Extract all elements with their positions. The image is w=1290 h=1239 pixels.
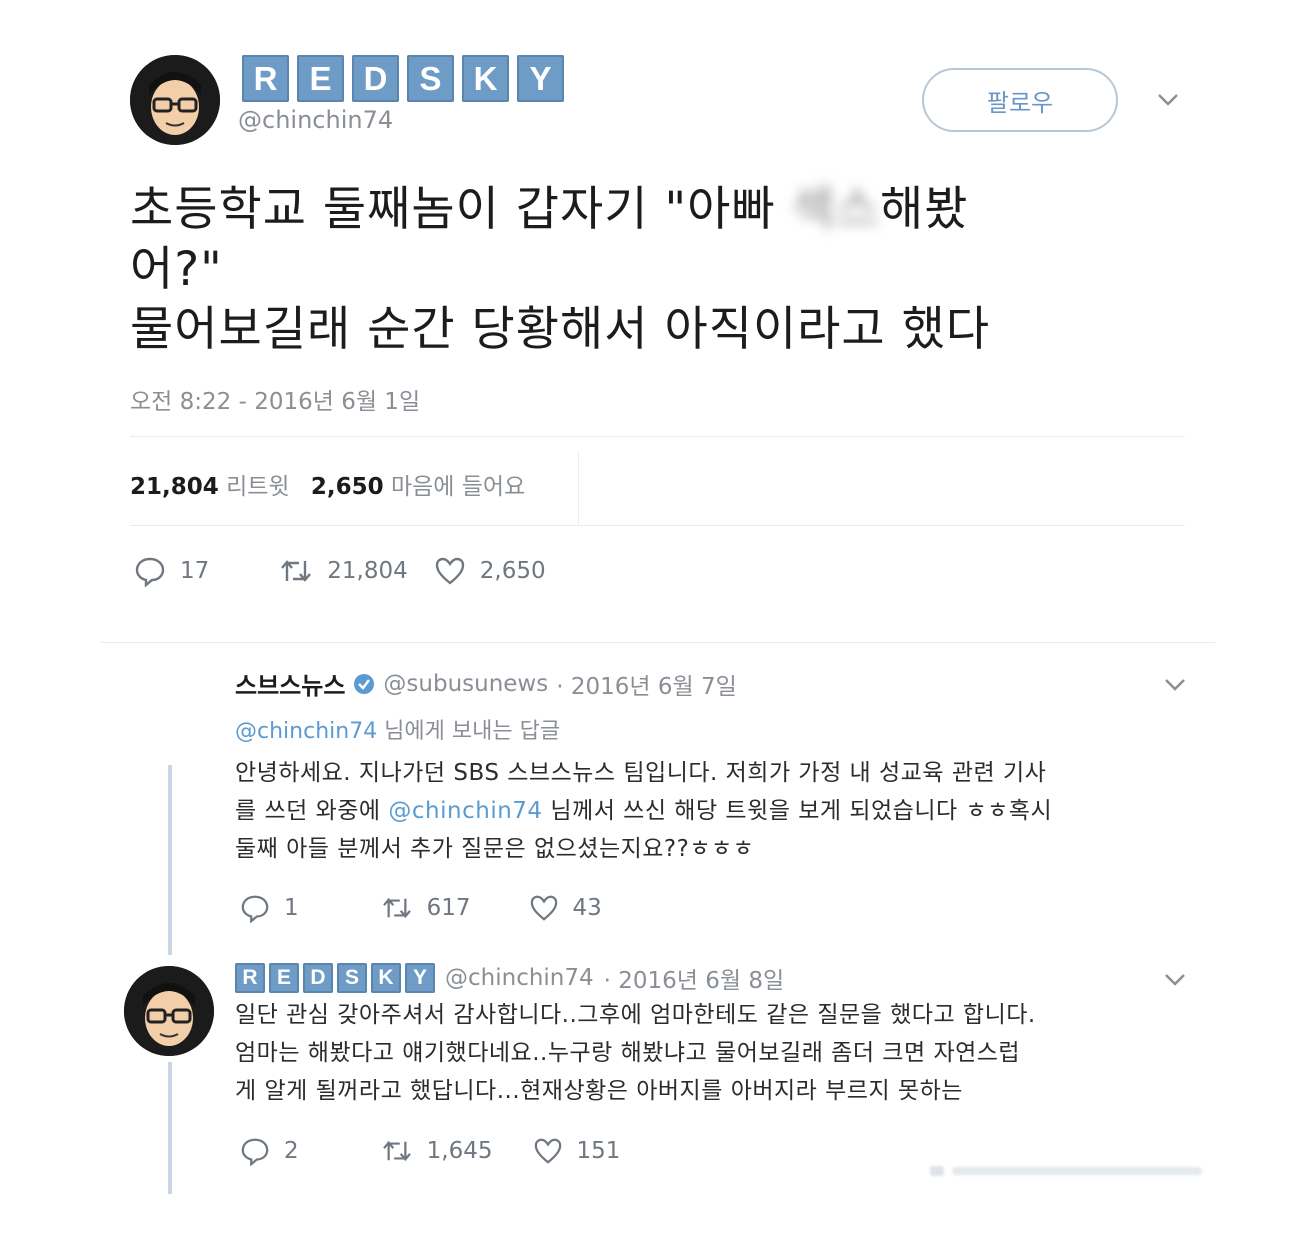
name-tile: R — [242, 55, 289, 102]
reply-text-line: 둘째 아들 분께서 추가 질문은 없으셨는지요??ㅎㅎㅎ — [235, 836, 755, 862]
avatar-face-icon — [124, 966, 214, 1056]
retweet-action[interactable]: 21,804 — [279, 557, 408, 585]
avatar-face-icon — [130, 55, 220, 145]
tweet-actions: 17 21,804 2,650 — [134, 555, 546, 587]
retweet-action[interactable]: 617 — [381, 895, 471, 921]
reply-date[interactable]: · 2016년 6월 8일 — [604, 961, 785, 995]
name-tile: R — [235, 963, 265, 993]
user-handle[interactable]: @chinchin74 — [238, 106, 393, 134]
watermark — [930, 1160, 1210, 1180]
name-tile: S — [407, 55, 454, 102]
name-tile: E — [297, 55, 344, 102]
display-name[interactable]: R E D S K Y — [235, 963, 435, 993]
reply-text-line: 를 쓰던 와중에 @chinchin74 님께서 쓰신 해당 트윗을 보게 되었… — [235, 798, 1053, 824]
retweet-icon — [281, 560, 312, 582]
like-count[interactable]: 2,650 — [311, 474, 384, 500]
blurred-word: 섹스 — [791, 182, 880, 237]
verified-icon — [354, 673, 375, 694]
like-action[interactable]: 151 — [533, 1137, 621, 1165]
name-tile: K — [462, 55, 509, 102]
reply-action[interactable]: 2 — [240, 1136, 299, 1166]
retweet-icon — [382, 1140, 411, 1162]
chevron-down-icon[interactable] — [1163, 677, 1187, 693]
reply-action[interactable]: 17 — [134, 555, 209, 587]
reply-count: 2 — [284, 1138, 299, 1164]
divider — [100, 642, 1215, 643]
like-label[interactable]: 마음에 들어요 — [391, 474, 525, 500]
reply-header: 스브스뉴스 @subusunews · 2016년 6월 7일 — [235, 666, 737, 701]
retweet-action[interactable]: 1,645 — [381, 1138, 493, 1164]
reply-author-name[interactable]: 스브스뉴스 — [235, 666, 345, 701]
thread-line — [168, 765, 172, 955]
tweet-stats: 21,804 리트윗 2,650 마음에 들어요 — [130, 467, 525, 501]
reply-count: 1 — [284, 895, 299, 921]
reply-author-handle[interactable]: @subusunews — [383, 671, 548, 697]
reply-author-handle[interactable]: @chinchin74 — [445, 965, 594, 991]
reply-text: 일단 관심 갖아주셔서 감사합니다..그후에 엄마한테도 같은 질문을 했다고 … — [235, 996, 1215, 1110]
tweet-text-line: 물어보길래 순간 당황해서 아직이라고 했다 — [130, 302, 991, 357]
reply-actions: 2 1,645 151 — [240, 1136, 620, 1166]
avatar[interactable] — [124, 966, 214, 1056]
reply-text-line: 일단 관심 갖아주셔서 감사합니다..그후에 엄마한테도 같은 질문을 했다고 … — [235, 1002, 1036, 1028]
reply-icon — [241, 895, 269, 923]
reply-icon — [135, 557, 165, 587]
retweet-count: 1,645 — [426, 1138, 493, 1164]
reply-text-line: 안녕하세요. 지나가던 SBS 스브스뉴스 팀입니다. 저희가 가정 내 성교육… — [235, 760, 1047, 786]
like-action[interactable]: 2,650 — [434, 556, 546, 586]
reply-header: R E D S K Y @chinchin74 · 2016년 6월 8일 — [235, 961, 784, 995]
name-tile: K — [371, 963, 401, 993]
heart-icon — [530, 895, 557, 921]
reply-to-line: @chinchin74 님에게 보내는 답글 — [235, 719, 561, 744]
heart-icon — [534, 1138, 561, 1164]
display-name[interactable]: R E D S K Y — [242, 55, 564, 102]
reply-text-line: 게 알게 될꺼라고 했답니다...현재상황은 아버지를 아버지라 부르지 못하는 — [235, 1078, 963, 1104]
follow-button[interactable]: 팔로우 — [922, 68, 1118, 132]
mention-link[interactable]: @chinchin74 — [235, 719, 377, 744]
reply-icon — [241, 1138, 269, 1166]
retweet-icon — [382, 897, 411, 919]
heart-icon — [435, 557, 464, 585]
divider — [130, 436, 1185, 437]
like-action[interactable]: 43 — [529, 894, 602, 922]
tweet-timestamp[interactable]: 오전 8:22 - 2016년 6월 1일 — [130, 382, 420, 416]
reply-actions: 1 617 43 — [240, 893, 602, 923]
reply-count: 17 — [180, 558, 210, 584]
reply-text-line: 엄마는 해봤다고 얘기했다네요..누구랑 해봤냐고 물어보길래 좀더 크면 자연… — [235, 1040, 1021, 1066]
reply-text: 안녕하세요. 지나가던 SBS 스브스뉴스 팀입니다. 저희가 가정 내 성교육… — [235, 754, 1195, 868]
reply-date[interactable]: · 2016년 6월 7일 — [556, 667, 737, 701]
like-count: 43 — [572, 895, 602, 921]
retweet-count: 21,804 — [327, 558, 408, 584]
like-count: 151 — [576, 1138, 621, 1164]
divider — [130, 525, 1185, 526]
thread-line — [168, 1062, 172, 1194]
like-count: 2,650 — [479, 558, 546, 584]
name-tile: Y — [517, 55, 564, 102]
reply-action[interactable]: 1 — [240, 893, 299, 923]
tweet-text-line: 초등학교 둘째놈이 갑자기 "아빠 섹스해봤 — [130, 182, 969, 237]
stats-separator — [578, 452, 579, 524]
retweet-label[interactable]: 리트윗 — [226, 474, 289, 500]
mention-link[interactable]: @chinchin74 — [388, 798, 542, 824]
avatar[interactable] — [130, 55, 220, 145]
tweet-text-line: 어?" — [130, 242, 223, 297]
name-tile: D — [303, 963, 333, 993]
name-tile: E — [269, 963, 299, 993]
tweet-text: 초등학교 둘째놈이 갑자기 "아빠 섹스해봤 어?" 물어보길래 순간 당황해서… — [130, 180, 1190, 360]
name-tile: D — [352, 55, 399, 102]
chevron-down-icon[interactable] — [1163, 972, 1187, 988]
chevron-down-icon[interactable] — [1156, 92, 1180, 108]
name-tile: S — [337, 963, 367, 993]
name-tile: Y — [405, 963, 435, 993]
retweet-count[interactable]: 21,804 — [130, 474, 219, 500]
retweet-count: 617 — [426, 895, 471, 921]
